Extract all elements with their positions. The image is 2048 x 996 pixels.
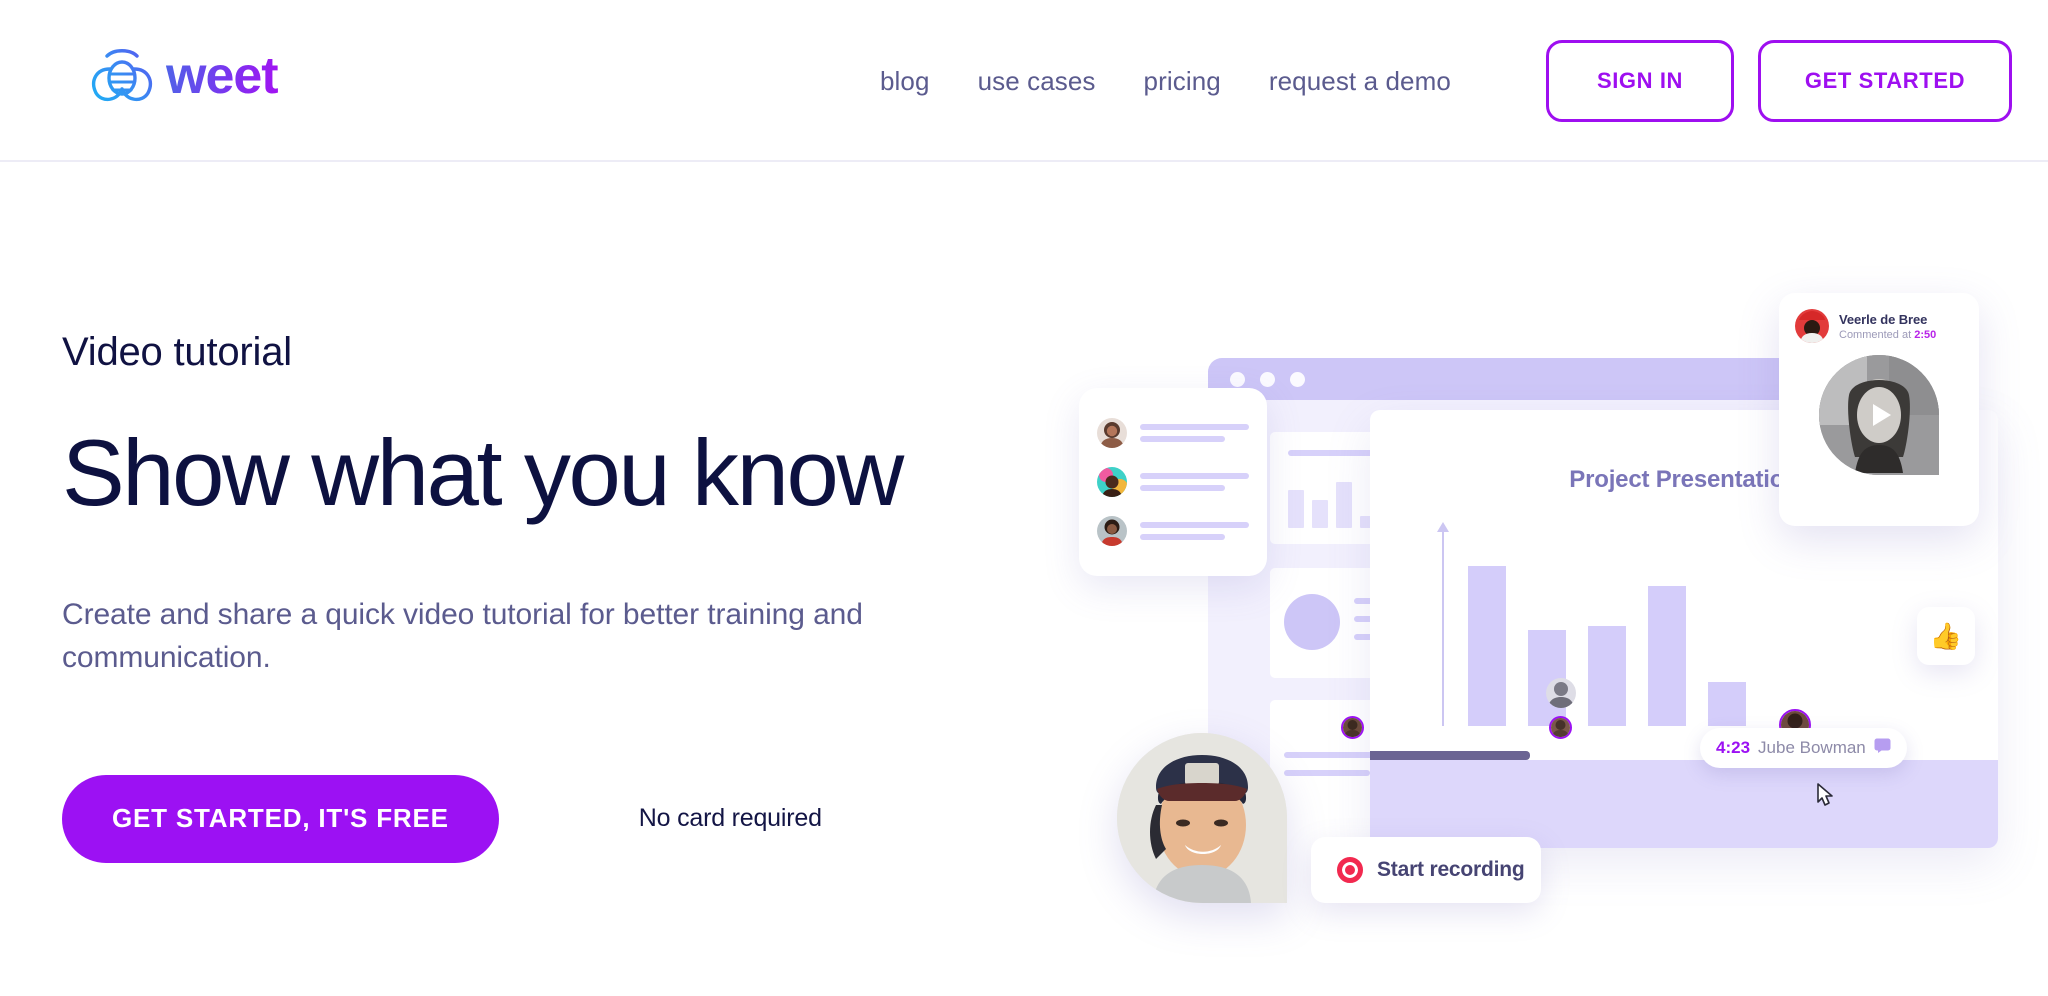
- placeholder-lines: [1140, 423, 1249, 442]
- hero-get-started-button[interactable]: GET STARTED, IT'S FREE: [62, 774, 499, 863]
- comment-video-thumbnail[interactable]: [1819, 355, 1939, 475]
- comment-author: Veerle de Bree: [1839, 311, 1928, 327]
- viewers-list-card: [1079, 388, 1267, 576]
- comment-author-block: Veerle de Bree Commented at 2:50: [1839, 312, 1936, 341]
- nav-link-use-cases[interactable]: use cases: [978, 66, 1096, 97]
- start-recording-label: Start recording: [1377, 858, 1525, 881]
- hero-copy: Video tutorial Show what you know Create…: [62, 330, 962, 863]
- comment-header: Veerle de Bree Commented at 2:50: [1795, 309, 1963, 343]
- record-dot-icon: [1337, 857, 1363, 883]
- bar-chart: [1468, 526, 1746, 726]
- chart-bar: [1708, 682, 1746, 726]
- placeholder-line: [1284, 770, 1370, 776]
- list-item: [1097, 417, 1249, 448]
- placeholder-line: [1140, 435, 1226, 442]
- placeholder-lines: [1140, 472, 1249, 491]
- brand-wordmark: weet: [166, 47, 279, 105]
- mini-bar: [1312, 500, 1328, 528]
- avatar: [1097, 466, 1127, 497]
- play-icon: [1873, 404, 1891, 426]
- mini-bar: [1336, 482, 1352, 528]
- comment-timestamp: 2:50: [1914, 328, 1937, 341]
- placeholder-lines: [1140, 522, 1249, 541]
- nav-link-request-a-demo[interactable]: request a demo: [1269, 66, 1451, 97]
- main-nav: blog use cases pricing request a demo: [880, 0, 1451, 162]
- timeline-avatar-marker[interactable]: [1549, 716, 1572, 739]
- comment-bubble-icon: [1874, 738, 1891, 758]
- page-title: Show what you know: [62, 420, 904, 525]
- timeline-head-marker: [1546, 678, 1576, 708]
- window-dot-icon: [1260, 371, 1275, 387]
- hero-subhead: Create and share a quick video tutorial …: [62, 597, 863, 675]
- site-header: weet blog use cases pricing request a de…: [0, 0, 2048, 162]
- comment-meta: Commented at 2:50: [1839, 328, 1937, 341]
- chart-bar: [1588, 626, 1626, 726]
- placeholder-line: [1140, 423, 1249, 430]
- placeholder-line: [1140, 522, 1249, 529]
- no-card-required-note: No card required: [638, 804, 822, 833]
- nav-link-pricing[interactable]: pricing: [1144, 66, 1221, 97]
- brand-logo[interactable]: weet: [88, 38, 279, 118]
- placeholder-line: [1140, 472, 1249, 479]
- timeline-tooltip: 4:23 Jube Bowman: [1700, 728, 1907, 768]
- thumbs-up-icon: 👍: [1929, 620, 1963, 651]
- avatar-placeholder: [1284, 594, 1340, 650]
- chart-bar: [1468, 566, 1506, 726]
- sign-in-button[interactable]: SIGN IN: [1546, 40, 1734, 122]
- avatar: [1795, 309, 1829, 343]
- timeline-avatar-marker[interactable]: [1341, 716, 1364, 739]
- bee-logo-icon: [88, 47, 156, 109]
- avatar: [1097, 417, 1127, 448]
- mouse-cursor-icon: [1812, 782, 1840, 821]
- comment-card: Veerle de Bree Commented at 2:50: [1779, 293, 1979, 526]
- start-recording-button[interactable]: Start recording: [1311, 837, 1541, 903]
- mini-bar: [1288, 490, 1304, 528]
- hero-eyebrow: Video tutorial: [62, 330, 292, 374]
- window-dot-icon: [1290, 371, 1305, 387]
- placeholder-line: [1140, 534, 1226, 541]
- get-started-button[interactable]: GET STARTED: [1758, 40, 2012, 122]
- hero-cta-row: GET STARTED, IT'S FREE No card required: [62, 774, 962, 863]
- list-item: [1097, 516, 1249, 547]
- list-item: [1097, 466, 1249, 497]
- header-actions: SIGN IN GET STARTED: [1546, 0, 2012, 162]
- webcam-bubble: [1117, 733, 1287, 903]
- avatar: [1097, 516, 1127, 547]
- timeline-strip[interactable]: [1370, 760, 1998, 848]
- reaction-card[interactable]: 👍: [1917, 607, 1975, 665]
- placeholder-line: [1140, 484, 1226, 491]
- tooltip-author: Jube Bowman: [1758, 738, 1866, 757]
- scrubber-progress: [1370, 751, 1530, 760]
- chart-bar: [1648, 586, 1686, 726]
- window-dot-icon: [1230, 371, 1245, 387]
- chart-y-axis: [1442, 528, 1444, 726]
- nav-link-blog[interactable]: blog: [880, 66, 930, 97]
- tooltip-timestamp: 4:23: [1716, 738, 1751, 757]
